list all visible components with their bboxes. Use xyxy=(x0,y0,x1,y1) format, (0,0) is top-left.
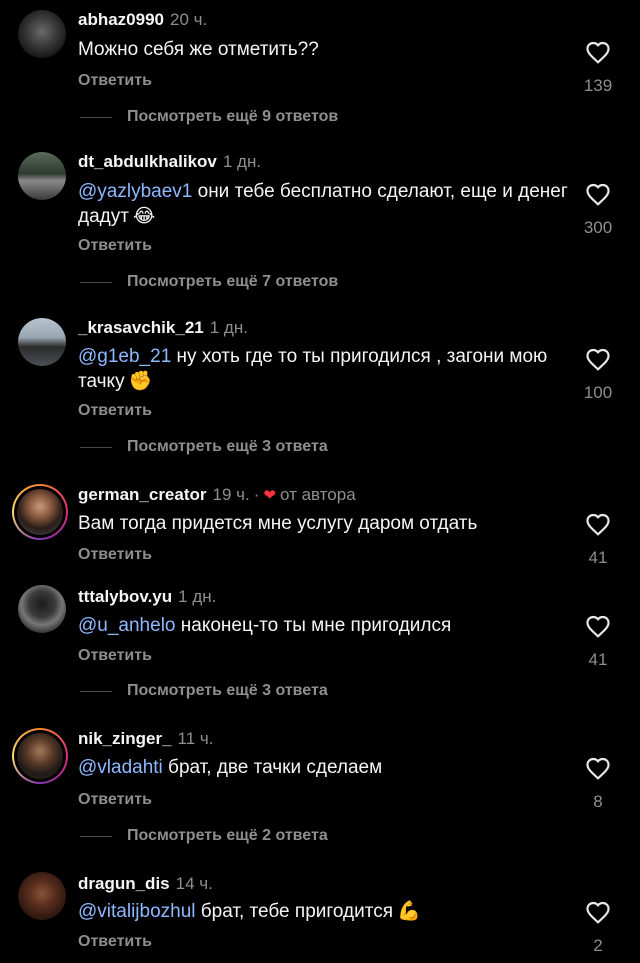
avatar[interactable] xyxy=(18,318,66,366)
username[interactable]: abhaz0990 xyxy=(78,10,164,29)
mention-link[interactable]: @yazlybaev1 xyxy=(78,181,192,202)
username[interactable]: tttalybov.yu xyxy=(78,587,172,606)
like-count: 8 xyxy=(593,792,603,811)
comment-body: брат, тебе пригодится xyxy=(195,901,394,922)
avatar[interactable] xyxy=(18,152,66,200)
timestamp: 20 ч. xyxy=(170,10,208,29)
view-more-replies[interactable]: Посмотреть ещё 2 ответа xyxy=(80,826,328,846)
avatar-image xyxy=(17,489,63,535)
timestamp: 1 дн. xyxy=(209,318,248,337)
story-ring-gap xyxy=(14,730,66,782)
comment-meta: _krasavchik_21 1 дн. xyxy=(78,318,248,338)
avatar-with-story-ring[interactable] xyxy=(12,728,68,784)
comment-meta: german_creator 19 ч. · ❤ от автора xyxy=(78,485,356,506)
heart-outline-icon[interactable] xyxy=(585,614,611,638)
reply-button[interactable]: Ответить xyxy=(78,791,152,809)
view-more-replies-label: Посмотреть ещё 7 ответов xyxy=(127,273,339,290)
timestamp: 14 ч. xyxy=(175,874,213,893)
view-more-replies-label: Посмотреть ещё 2 ответа xyxy=(127,827,328,844)
comment-meta: tttalybov.yu 1 дн. xyxy=(78,587,216,607)
username[interactable]: dt_abdulkhalikov xyxy=(78,152,217,171)
like-button[interactable]: 2 xyxy=(580,900,616,956)
view-more-replies[interactable]: Посмотреть ещё 9 ответов xyxy=(80,107,338,127)
username[interactable]: _krasavchik_21 xyxy=(78,318,204,337)
reply-button[interactable]: Ответить xyxy=(78,237,152,255)
tears-of-joy-emoji: 😂 xyxy=(132,206,156,227)
reply-button[interactable]: Ответить xyxy=(78,933,152,951)
timestamp: 11 ч. xyxy=(177,729,214,748)
avatar[interactable] xyxy=(18,872,66,920)
view-more-replies[interactable]: Посмотреть ещё 3 ответа xyxy=(80,681,328,701)
comment-text: Можно себя же отметить?? xyxy=(78,37,568,62)
view-more-replies[interactable]: Посмотреть ещё 7 ответов xyxy=(80,272,338,292)
avatar-with-story-ring[interactable] xyxy=(12,484,68,540)
separator-dot: · xyxy=(253,485,260,504)
timestamp: 1 дн. xyxy=(178,587,217,606)
divider xyxy=(80,116,112,118)
heart-outline-icon[interactable] xyxy=(585,900,611,924)
mention-link[interactable]: @u_anhelo xyxy=(78,615,175,636)
comment-meta: dragun_dis 14 ч. xyxy=(78,874,213,894)
mention-link[interactable]: @g1eb_21 xyxy=(78,346,171,367)
like-button[interactable]: 300 xyxy=(580,182,616,238)
like-button[interactable]: 100 xyxy=(580,347,616,403)
like-count: 41 xyxy=(588,650,608,669)
view-more-replies-label: Посмотреть ещё 3 ответа xyxy=(127,438,328,455)
divider xyxy=(80,446,112,448)
divider xyxy=(80,835,112,837)
comment-meta: dt_abdulkhalikov 1 дн. xyxy=(78,152,261,172)
heart-outline-icon[interactable] xyxy=(585,40,611,64)
like-count: 2 xyxy=(593,936,603,955)
like-button[interactable]: 8 xyxy=(580,756,616,812)
comment-text: @vitalijbozhul брат, тебе пригодится 💪 xyxy=(78,899,568,924)
view-more-replies[interactable]: Посмотреть ещё 3 ответа xyxy=(80,437,328,457)
avatar[interactable] xyxy=(18,10,66,58)
reply-button[interactable]: Ответить xyxy=(78,647,152,665)
comment-text: Вам тогда придется мне услугу даром отда… xyxy=(78,511,568,536)
comment-body: Вам тогда придется мне услугу даром отда… xyxy=(78,513,478,534)
comment-body: Можно себя же отметить?? xyxy=(78,39,319,60)
like-button[interactable]: 139 xyxy=(580,40,616,96)
mention-link[interactable]: @vladahti xyxy=(78,757,163,778)
avatar[interactable] xyxy=(18,585,66,633)
view-more-replies-label: Посмотреть ещё 3 ответа xyxy=(127,682,328,699)
view-more-replies-label: Посмотреть ещё 9 ответов xyxy=(127,108,339,125)
like-button[interactable]: 41 xyxy=(580,512,616,568)
comment-text: @g1eb_21 ну хоть где то ты пригодился , … xyxy=(78,344,568,394)
divider xyxy=(80,281,112,283)
like-count: 41 xyxy=(588,548,608,567)
comment-body: наконец-то ты мне пригодился xyxy=(175,615,452,636)
story-ring-gap xyxy=(14,486,66,538)
raised-fist-emoji: ✊ xyxy=(128,371,153,392)
timestamp: 1 дн. xyxy=(222,152,262,171)
comment-body: брат, две тачки сделаем xyxy=(162,757,383,778)
heart-outline-icon[interactable] xyxy=(585,756,611,780)
username[interactable]: dragun_dis xyxy=(78,874,170,893)
reply-button[interactable]: Ответить xyxy=(78,72,152,90)
liked-by-author-label: от автора xyxy=(279,485,356,504)
like-count: 100 xyxy=(583,383,613,402)
flexed-biceps-emoji: 💪 xyxy=(397,901,421,922)
mention-link[interactable]: @vitalijbozhul xyxy=(78,901,196,922)
comment-meta: abhaz0990 20 ч. xyxy=(78,10,207,30)
comment-meta: nik_zinger_ 11 ч. xyxy=(78,729,214,749)
like-button[interactable]: 41 xyxy=(580,614,616,670)
timestamp: 19 ч. xyxy=(212,485,250,504)
reply-button[interactable]: Ответить xyxy=(78,546,152,564)
like-count: 300 xyxy=(583,218,613,237)
like-count: 139 xyxy=(583,76,613,95)
avatar-image xyxy=(17,733,63,779)
author-heart-icon: ❤ xyxy=(263,487,276,504)
heart-outline-icon[interactable] xyxy=(585,182,611,206)
comment-text: @vladahti брат, две тачки сделаем xyxy=(78,755,568,780)
heart-outline-icon[interactable] xyxy=(585,512,611,536)
username[interactable]: german_creator xyxy=(78,485,207,504)
comment-text: @u_anhelo наконец-то ты мне пригодился xyxy=(78,613,568,638)
reply-button[interactable]: Ответить xyxy=(78,402,152,420)
comment-text: @yazlybaev1 они тебе бесплатно сделают, … xyxy=(78,179,568,229)
heart-outline-icon[interactable] xyxy=(585,347,611,371)
divider xyxy=(80,690,112,692)
username[interactable]: nik_zinger_ xyxy=(78,729,172,748)
